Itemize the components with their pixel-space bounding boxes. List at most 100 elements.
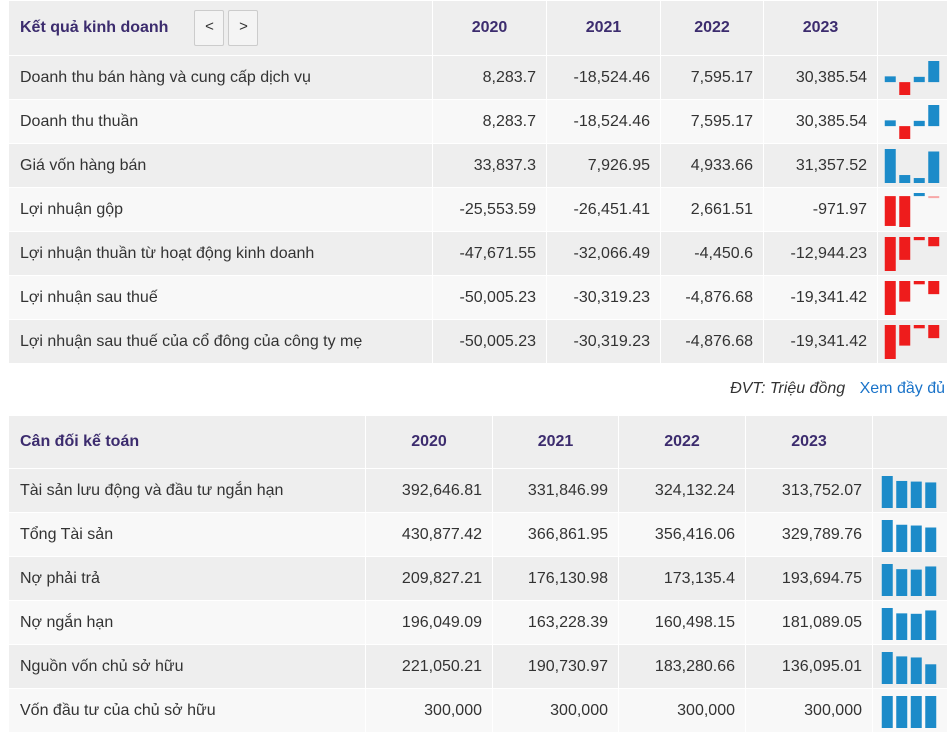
sparkline-bar	[928, 196, 939, 198]
row-label: Lợi nhuận sau thuế	[9, 276, 433, 320]
sparkline-cell	[878, 56, 947, 100]
row-label: Vốn đầu tư của chủ sở hữu	[9, 689, 366, 733]
sparkline-chart	[878, 57, 946, 99]
section-title: Cân đối kế toán	[9, 416, 366, 469]
cell-value: -26,451.41	[547, 188, 661, 232]
sparkline-bar	[885, 196, 896, 226]
sparkline-bar	[911, 657, 922, 684]
sparkline-header	[873, 416, 947, 469]
sparkline-bar	[899, 82, 910, 95]
sparkline-cell	[873, 689, 947, 733]
sparkline-bar	[882, 564, 893, 596]
sparkline-bar	[885, 76, 896, 82]
sparkline-chart	[878, 101, 946, 143]
sparkline-bar	[914, 193, 925, 196]
sparkline-cell	[873, 469, 947, 513]
unit-line: ĐVT: Triệu đồng Xem đầy đủ	[730, 380, 945, 398]
table-row: Nguồn vốn chủ sở hữu 221,050.21 190,730.…	[9, 645, 947, 689]
cell-value: -18,524.46	[547, 100, 661, 144]
sparkline-bar	[925, 482, 936, 508]
cell-value: 8,283.7	[433, 56, 547, 100]
sparkline-bar	[928, 105, 939, 126]
cell-value: 4,933.66	[661, 144, 764, 188]
sparkline-bar	[914, 325, 925, 328]
sparkline-bar	[914, 237, 925, 240]
cell-value: 300,000	[746, 689, 873, 733]
sparkline-bar	[882, 696, 893, 728]
cell-value: 7,595.17	[661, 100, 764, 144]
prev-year-button[interactable]: <	[194, 10, 224, 46]
sparkline-bar	[911, 525, 922, 551]
sparkline-bar	[925, 566, 936, 596]
sparkline-bar	[885, 237, 896, 271]
sparkline-bar	[914, 281, 925, 284]
sparkline-chart	[873, 514, 945, 556]
cell-value: 8,283.7	[433, 100, 547, 144]
sparkline-bar	[899, 126, 910, 139]
year-header: 2022	[619, 416, 746, 469]
view-full-link[interactable]: Xem đầy đủ	[860, 380, 945, 397]
cell-value: -25,553.59	[433, 188, 547, 232]
next-year-button[interactable]: >	[228, 10, 258, 46]
row-label: Lợi nhuận gộp	[9, 188, 433, 232]
sparkline-bar	[928, 61, 939, 82]
row-label: Giá vốn hàng bán	[9, 144, 433, 188]
table-row: Tổng Tài sản 430,877.42 366,861.95 356,4…	[9, 513, 947, 557]
sparkline-bar	[882, 608, 893, 640]
table-row: Lợi nhuận thuần từ hoạt động kinh doanh …	[9, 232, 947, 276]
sparkline-bar	[914, 178, 925, 183]
cell-value: -971.97	[764, 188, 878, 232]
cell-value: 176,130.98	[493, 557, 619, 601]
sparkline-bar	[885, 120, 896, 126]
year-header: 2020	[433, 1, 547, 56]
cell-value: 30,385.54	[764, 56, 878, 100]
row-label: Lợi nhuận sau thuế của cổ đông của công …	[9, 320, 433, 364]
sparkline-cell	[873, 601, 947, 645]
sparkline-bar	[899, 281, 910, 302]
cell-value: 356,416.06	[619, 513, 746, 557]
sparkline-bar	[928, 151, 939, 183]
cell-value: 2,661.51	[661, 188, 764, 232]
table-row: Doanh thu thuần 8,283.7 -18,524.46 7,595…	[9, 100, 947, 144]
row-label: Tổng Tài sản	[9, 513, 366, 557]
section-header: Kết quả kinh doanh < >	[9, 1, 433, 56]
sparkline-chart	[873, 602, 945, 644]
sparkline-chart	[873, 646, 945, 688]
sparkline-bar	[882, 520, 893, 552]
sparkline-bar	[911, 613, 922, 639]
table-row: Nợ ngắn hạn 196,049.09 163,228.39 160,49…	[9, 601, 947, 645]
sparkline-bar	[925, 696, 936, 728]
cell-value: 300,000	[619, 689, 746, 733]
sparkline-bar	[896, 656, 907, 684]
cell-value: -50,005.23	[433, 276, 547, 320]
sparkline-bar	[882, 476, 893, 508]
cell-value: 136,095.01	[746, 645, 873, 689]
row-label: Doanh thu bán hàng và cung cấp dịch vụ	[9, 56, 433, 100]
cell-value: 329,789.76	[746, 513, 873, 557]
cell-value: 7,926.95	[547, 144, 661, 188]
cell-value: -32,066.49	[547, 232, 661, 276]
sparkline-chart	[878, 321, 946, 363]
cell-value: 300,000	[366, 689, 493, 733]
row-label: Doanh thu thuần	[9, 100, 433, 144]
sparkline-bar	[911, 569, 922, 595]
sparkline-bar	[928, 325, 939, 338]
sparkline-bar	[896, 696, 907, 728]
cell-value: -18,524.46	[547, 56, 661, 100]
table-row: Lợi nhuận gộp -25,553.59 -26,451.41 2,66…	[9, 188, 947, 232]
sparkline-bar	[928, 281, 939, 294]
sparkline-header	[878, 1, 947, 56]
sparkline-bar	[925, 610, 936, 640]
cell-value: 190,730.97	[493, 645, 619, 689]
cell-value: 313,752.07	[746, 469, 873, 513]
cell-value: -30,319.23	[547, 320, 661, 364]
sparkline-cell	[873, 513, 947, 557]
sparkline-bar	[914, 120, 925, 125]
ket-qua-kinh-doanh-table: Kết quả kinh doanh < > 2020 2021 2022 20…	[8, 0, 947, 364]
sparkline-chart	[873, 690, 945, 732]
table-row: Nợ phải trả 209,827.21 176,130.98 173,13…	[9, 557, 947, 601]
cell-value: 183,280.66	[619, 645, 746, 689]
sparkline-bar	[911, 481, 922, 507]
sparkline-bar	[928, 237, 939, 246]
cell-value: -12,944.23	[764, 232, 878, 276]
